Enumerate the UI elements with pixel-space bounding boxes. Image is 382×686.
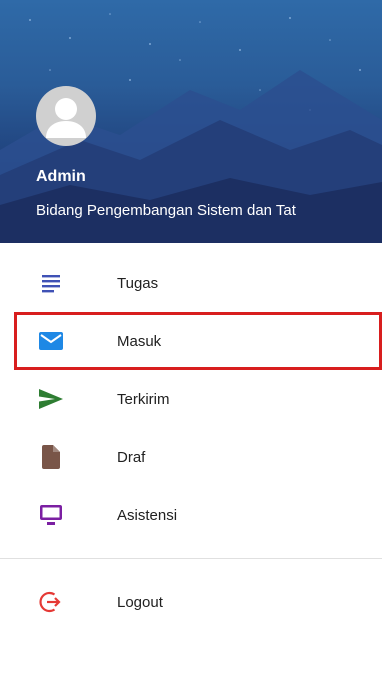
- avatar[interactable]: [36, 86, 96, 146]
- drawer-menu: Tugas Masuk Terkirim Draf Asistensi Logo…: [0, 254, 382, 631]
- logout-icon: [38, 589, 64, 615]
- user-name: Admin: [36, 168, 86, 185]
- menu-item-masuk[interactable]: Masuk: [14, 312, 382, 370]
- menu-item-label: Asistensi: [117, 506, 178, 524]
- drawer-header: Admin Bidang Pengembangan Sistem dan Tat: [0, 0, 382, 243]
- file-icon: [38, 444, 64, 470]
- list-icon: [38, 270, 64, 296]
- divider: [0, 558, 382, 559]
- user-department: Bidang Pengembangan Sistem dan Tat: [36, 202, 296, 219]
- menu-item-label: Logout: [117, 593, 163, 611]
- menu-item-label: Terkirim: [117, 390, 170, 408]
- menu-item-label: Tugas: [117, 274, 159, 292]
- menu-item-draf[interactable]: Draf: [0, 428, 382, 486]
- menu-item-asistensi[interactable]: Asistensi: [0, 486, 382, 544]
- mail-icon: [38, 328, 64, 354]
- menu-item-label: Masuk: [117, 332, 162, 350]
- menu-item-tugas[interactable]: Tugas: [0, 254, 382, 312]
- menu-item-label: Draf: [117, 448, 146, 466]
- send-icon: [38, 386, 64, 412]
- user-icon: [46, 98, 86, 138]
- menu-item-terkirim[interactable]: Terkirim: [0, 370, 382, 428]
- menu-item-logout[interactable]: Logout: [0, 573, 382, 631]
- navigation-drawer: Admin Bidang Pengembangan Sistem dan Tat…: [0, 0, 382, 686]
- monitor-icon: [38, 502, 64, 528]
